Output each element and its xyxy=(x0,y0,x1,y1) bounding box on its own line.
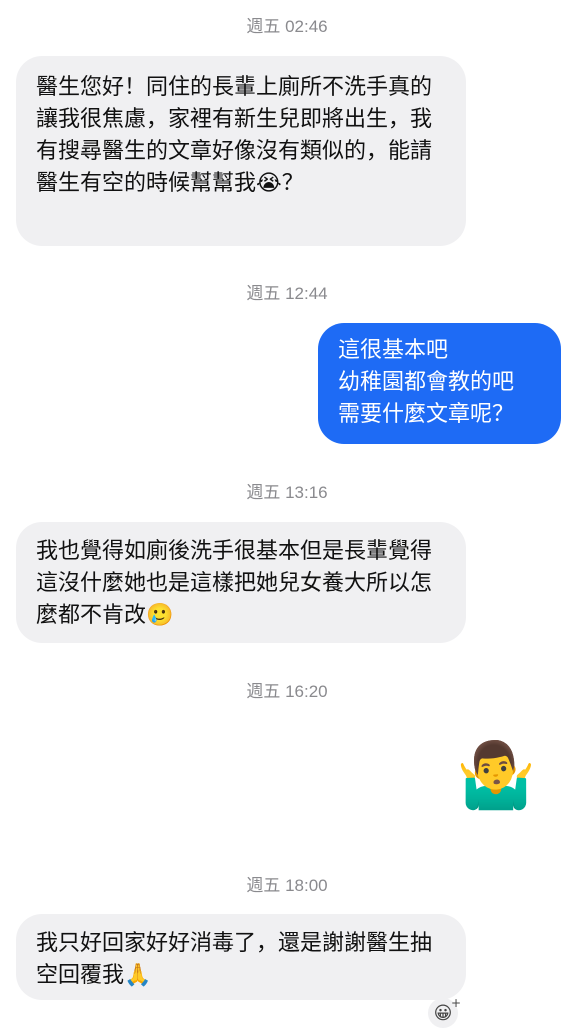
plus-icon: + xyxy=(450,996,461,1010)
message-line: 幼稚園都會教的吧 xyxy=(338,370,515,395)
message-text-tail: ？ xyxy=(281,171,304,196)
incoming-message-bubble[interactable]: 我也覺得如廁後洗手很基本但是長輩覺得這沒什麼她也是這樣把她兒女養大所以怎麼都不肯… xyxy=(16,522,466,643)
shrug-emoji-message[interactable]: 🤷‍♂️ xyxy=(456,741,536,811)
timestamp: 週五 13:16 xyxy=(246,483,328,502)
smiling-tear-emoji: 🥲 xyxy=(146,603,174,628)
folded-hands-emoji: 🙏 xyxy=(124,963,152,988)
timestamp: 週五 02:46 xyxy=(246,17,328,36)
timestamp: 週五 16:20 xyxy=(246,682,328,701)
crying-face-emoji: 😭 xyxy=(256,171,282,196)
smiley-icon: 😀 xyxy=(433,1002,453,1024)
message-text: 醫生您好！同住的長輩上廁所不洗手真的讓我很焦慮，家裡有新生兒即將出生，我有搜尋醫… xyxy=(36,75,433,196)
incoming-message-bubble[interactable]: 醫生您好！同住的長輩上廁所不洗手真的讓我很焦慮，家裡有新生兒即將出生，我有搜尋醫… xyxy=(16,56,466,246)
timestamp: 週五 18:00 xyxy=(246,876,328,895)
message-line: 這很基本吧 xyxy=(338,338,449,363)
incoming-message-bubble[interactable]: 我只好回家好好消毒了，還是謝謝醫生抽空回覆我🙏 xyxy=(16,914,466,1000)
message-text: 我只好回家好好消毒了，還是謝謝醫生抽空回覆我 xyxy=(36,931,433,988)
outgoing-message-bubble[interactable]: 這很基本吧 幼稚園都會教的吧 需要什麼文章呢？ xyxy=(318,323,561,444)
timestamp: 週五 12:44 xyxy=(246,284,328,303)
message-text: 我也覺得如廁後洗手很基本但是長輩覺得這沒什麼她也是這樣把她兒女養大所以怎麼都不肯… xyxy=(36,539,433,628)
message-line: 需要什麼文章呢？ xyxy=(338,402,515,427)
